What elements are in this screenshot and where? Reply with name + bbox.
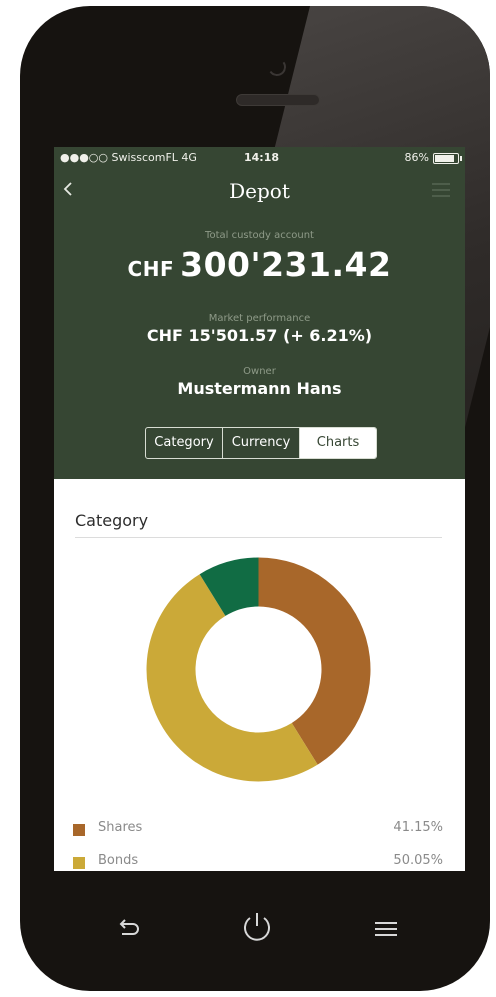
- back-arrow-icon[interactable]: [116, 918, 142, 940]
- section-title: Category: [75, 511, 149, 530]
- total-amount: 300'231.42: [180, 245, 392, 284]
- battery-indicator: 86%: [404, 147, 462, 169]
- chart-legend: Shares 41.15% Bonds 50.05%: [73, 817, 443, 871]
- depot-header: Depot Total custody account CHF 300'231.4…: [54, 169, 465, 479]
- status-time: 14:18: [244, 151, 280, 164]
- category-donut-chart: [146, 557, 371, 782]
- total-value: CHF 300'231.42: [54, 245, 465, 284]
- performance-label: Market performance: [208, 313, 311, 324]
- total-currency: CHF: [127, 257, 175, 281]
- battery-icon: [433, 152, 462, 164]
- hamburger-menu-icon[interactable]: [431, 181, 451, 199]
- legend-label: Bonds: [98, 853, 139, 868]
- total-label: Total custody account: [205, 230, 314, 241]
- tab-category[interactable]: Category: [146, 428, 223, 458]
- tab-currency[interactable]: Currency: [223, 428, 300, 458]
- tab-charts[interactable]: Charts: [300, 428, 376, 458]
- status-bar: ●●●○○ SwisscomFL 4G 14:18 86%: [54, 147, 465, 169]
- battery-percent: 86%: [404, 151, 429, 164]
- view-tabs: Category Currency Charts: [145, 427, 377, 459]
- legend-label: Shares: [98, 820, 143, 835]
- battery-fill: [435, 154, 454, 162]
- performance-value: CHF 15'501.57 (+ 6.21%): [146, 326, 373, 345]
- carrier-label: ●●●○○ SwisscomFL 4G: [60, 151, 197, 164]
- legend-swatch-shares: [73, 824, 85, 836]
- legend-item-bonds: Bonds 50.05%: [73, 850, 443, 871]
- legend-item-shares: Shares 41.15%: [73, 817, 443, 850]
- owner-name: Mustermann Hans: [177, 379, 342, 398]
- legend-swatch-bonds: [73, 857, 85, 869]
- legend-percent: 41.15%: [393, 820, 443, 835]
- legend-percent: 50.05%: [393, 853, 443, 868]
- section-divider: [75, 537, 442, 538]
- owner-label: Owner: [243, 366, 276, 377]
- menu-icon[interactable]: [373, 919, 399, 939]
- page-title: Depot: [229, 179, 290, 203]
- speaker-grille: [236, 94, 320, 106]
- power-icon[interactable]: [240, 910, 274, 944]
- app-screen: ●●●○○ SwisscomFL 4G 14:18 86% Depot Tota…: [54, 147, 465, 871]
- camera-icon: [266, 56, 288, 78]
